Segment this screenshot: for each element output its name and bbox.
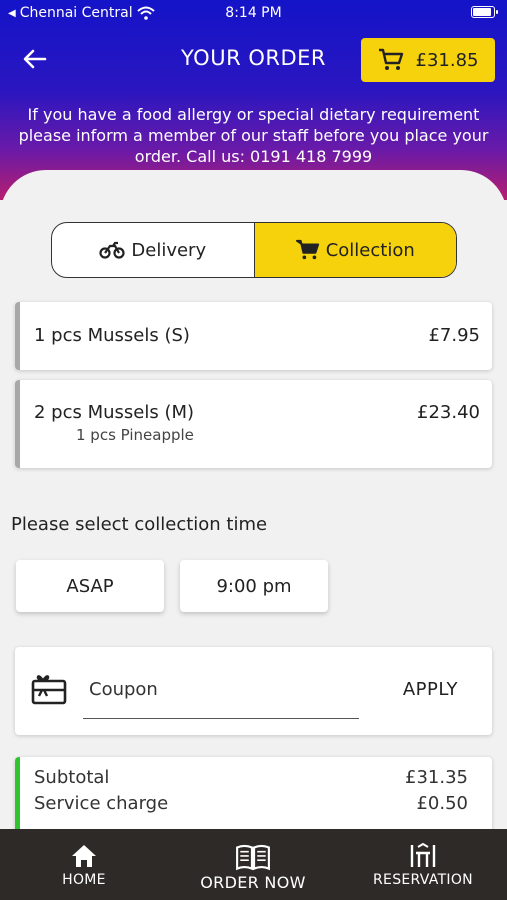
cart-icon (295, 239, 319, 260)
item-option: 1 pcs Pineapple (76, 426, 194, 444)
status-right (471, 6, 498, 18)
allergy-notice: If you have a food allergy or special di… (18, 105, 489, 166)
page-title: YOUR ORDER (181, 46, 326, 70)
nav-order-now-label: ORDER NOW (200, 873, 306, 892)
restaurant-table-icon (410, 843, 436, 867)
coupon-input[interactable]: Coupon (83, 675, 359, 719)
collection-time-label: Please select collection time (11, 514, 268, 535)
bottom-nav: HOME ORDER NOW RESERVATION (0, 829, 507, 900)
status-bar: ◀ Chennai Central 8:14 PM (0, 0, 507, 28)
cart-total: £31.85 (415, 49, 479, 71)
item-price: £23.40 (417, 402, 480, 423)
battery-icon (471, 6, 498, 18)
menu-book-icon (236, 844, 270, 871)
service-charge-value: £0.50 (416, 793, 468, 814)
delivery-option[interactable]: Delivery (52, 223, 254, 277)
cart-total-button[interactable]: £31.85 (361, 38, 495, 82)
cart-icon (378, 48, 403, 70)
nav-reservation-label: RESERVATION (373, 872, 473, 888)
subtotal-label: Subtotal (34, 767, 110, 788)
delivery-label: Delivery (131, 239, 207, 261)
nav-reservation[interactable]: RESERVATION (368, 829, 478, 900)
status-time: 8:14 PM (225, 5, 282, 21)
apply-button[interactable]: APPLY (403, 679, 458, 700)
coupon-card: Coupon APPLY (15, 647, 492, 735)
back-arrow-icon[interactable] (20, 44, 50, 74)
order-item[interactable]: 1 pcs Mussels (S) £7.95 (15, 302, 492, 370)
nav-home-label: HOME (62, 872, 106, 888)
motorbike-icon (99, 241, 125, 259)
asap-button[interactable]: ASAP (16, 560, 164, 612)
gift-card-icon (31, 675, 67, 705)
time-slot-button[interactable]: 9:00 pm (180, 560, 328, 612)
subtotal-value: £31.35 (405, 767, 468, 788)
item-name: 2 pcs Mussels (M) (34, 402, 195, 423)
home-icon (72, 845, 96, 867)
collection-label: Collection (325, 239, 415, 261)
order-summary: Subtotal £31.35 Service charge £0.50 (15, 757, 492, 837)
nav-order-now[interactable]: ORDER NOW (190, 829, 316, 900)
item-name: 1 pcs Mussels (S) (34, 325, 190, 346)
service-charge-label: Service charge (34, 793, 169, 814)
nav-home[interactable]: HOME (44, 829, 124, 900)
collection-option[interactable]: Collection (253, 223, 456, 277)
order-type-toggle: Delivery Collection (51, 222, 457, 278)
order-item[interactable]: 2 pcs Mussels (M) £23.40 1 pcs Pineapple (15, 380, 492, 468)
item-price: £7.95 (428, 325, 480, 346)
